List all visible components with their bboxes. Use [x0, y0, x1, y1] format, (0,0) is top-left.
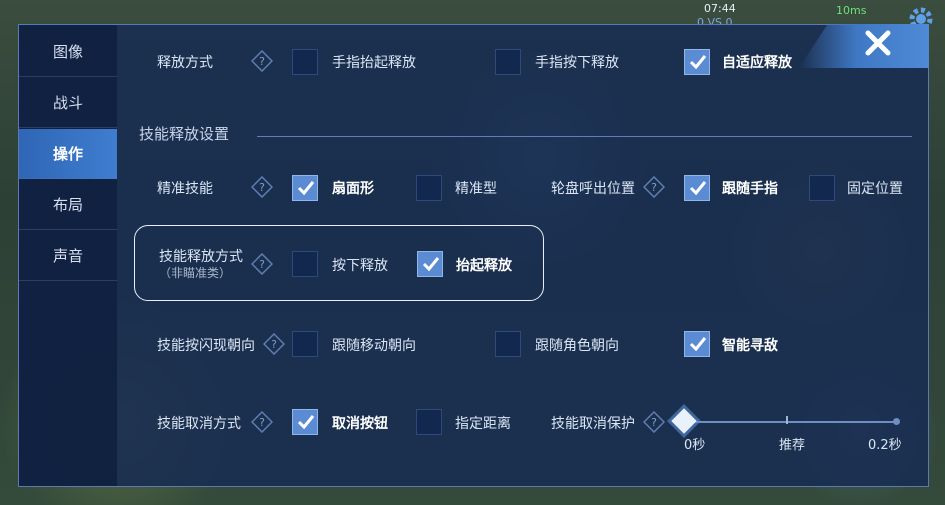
check-icon	[297, 181, 315, 196]
release-finger-up-label: 手指抬起释放	[332, 55, 416, 71]
section-divider	[257, 136, 912, 137]
fan-shape-checkbox[interactable]	[292, 175, 318, 201]
svg-text:?: ?	[651, 181, 657, 194]
cancel-protect-slider[interactable]	[679, 421, 897, 423]
press-release-checkbox[interactable]	[292, 251, 318, 277]
fan-shape-label: 扇面形	[332, 181, 374, 197]
slider-recommend-label: 推荐	[779, 438, 806, 453]
precise-type-checkbox[interactable]	[416, 175, 442, 201]
close-button[interactable]	[799, 24, 929, 68]
follow-hero-direction-label: 跟随角色朝向	[535, 338, 619, 354]
tab-graphics[interactable]: 图像	[19, 27, 117, 77]
release-mode-label: 释放方式	[157, 55, 213, 71]
smart-target-checkbox[interactable]	[684, 331, 710, 357]
fixed-position-label: 固定位置	[847, 181, 903, 197]
tab-sound[interactable]: 声音	[19, 231, 117, 281]
help-icon[interactable]: ?	[643, 176, 665, 198]
smart-target-label: 智能寻敌	[722, 338, 778, 354]
follow-move-direction-label: 跟随移动朝向	[332, 338, 416, 354]
flash-direction-label: 技能按闪现朝向	[157, 338, 255, 354]
cancel-method-label: 技能取消方式	[157, 416, 241, 432]
follow-move-direction-checkbox[interactable]	[292, 331, 318, 357]
slider-recommend-tick	[786, 416, 788, 424]
skill-release-mode-sublabel: （非瞄准类）	[159, 266, 232, 280]
hud-ping: 10ms	[836, 4, 867, 17]
lift-release-checkbox[interactable]	[417, 251, 443, 277]
cancel-protect-label: 技能取消保护	[551, 416, 635, 432]
svg-text:?: ?	[271, 338, 277, 351]
help-icon[interactable]: ?	[251, 50, 273, 72]
wheel-position-label: 轮盘呼出位置	[551, 181, 635, 197]
slider-min-label: 0秒	[684, 438, 706, 453]
follow-hero-direction-checkbox[interactable]	[495, 331, 521, 357]
slider-end-dot	[893, 418, 900, 425]
fixed-position-checkbox[interactable]	[809, 175, 835, 201]
release-adaptive-checkbox[interactable]	[684, 49, 710, 75]
close-icon	[865, 30, 891, 56]
help-icon[interactable]: ?	[251, 176, 273, 198]
tab-layout[interactable]: 布局	[19, 180, 117, 230]
section-title: 技能释放设置	[139, 125, 230, 143]
svg-text:?: ?	[259, 258, 265, 271]
follow-finger-checkbox[interactable]	[684, 175, 710, 201]
svg-text:?: ?	[651, 416, 657, 429]
press-release-label: 按下释放	[332, 258, 388, 274]
specified-distance-checkbox[interactable]	[416, 409, 442, 435]
settings-panel: 图像 战斗 操作 布局 声音 释放方式 ? 手指抬起释放 手指按下释放 自适应释…	[18, 24, 929, 487]
follow-finger-label: 跟随手指	[722, 181, 778, 197]
check-icon	[297, 415, 315, 430]
check-icon	[422, 257, 440, 272]
help-icon[interactable]: ?	[643, 411, 665, 433]
slider-thumb[interactable]	[671, 408, 697, 434]
tab-controls[interactable]: 操作	[19, 129, 117, 179]
precise-skill-label: 精准技能	[157, 181, 213, 197]
cancel-button-label: 取消按钮	[332, 416, 388, 432]
slider-max-label: 0.2秒	[868, 438, 902, 453]
check-icon	[689, 337, 707, 352]
check-icon	[689, 55, 707, 70]
lift-release-label: 抬起释放	[456, 258, 512, 274]
help-icon[interactable]: ?	[251, 411, 273, 433]
help-icon[interactable]: ?	[251, 253, 273, 275]
skill-release-mode-label: 技能释放方式	[159, 249, 243, 265]
svg-text:?: ?	[259, 181, 265, 194]
precise-type-label: 精准型	[455, 181, 497, 197]
release-finger-down-checkbox[interactable]	[495, 49, 521, 75]
release-finger-down-label: 手指按下释放	[535, 55, 619, 71]
help-icon[interactable]: ?	[263, 333, 285, 355]
specified-distance-label: 指定距离	[455, 416, 511, 432]
tab-combat[interactable]: 战斗	[19, 78, 117, 128]
release-adaptive-label: 自适应释放	[722, 55, 792, 71]
settings-sidebar: 图像 战斗 操作 布局 声音	[19, 25, 117, 486]
svg-text:?: ?	[259, 416, 265, 429]
check-icon	[689, 181, 707, 196]
release-finger-up-checkbox[interactable]	[292, 49, 318, 75]
svg-text:?: ?	[259, 55, 265, 68]
cancel-button-checkbox[interactable]	[292, 409, 318, 435]
